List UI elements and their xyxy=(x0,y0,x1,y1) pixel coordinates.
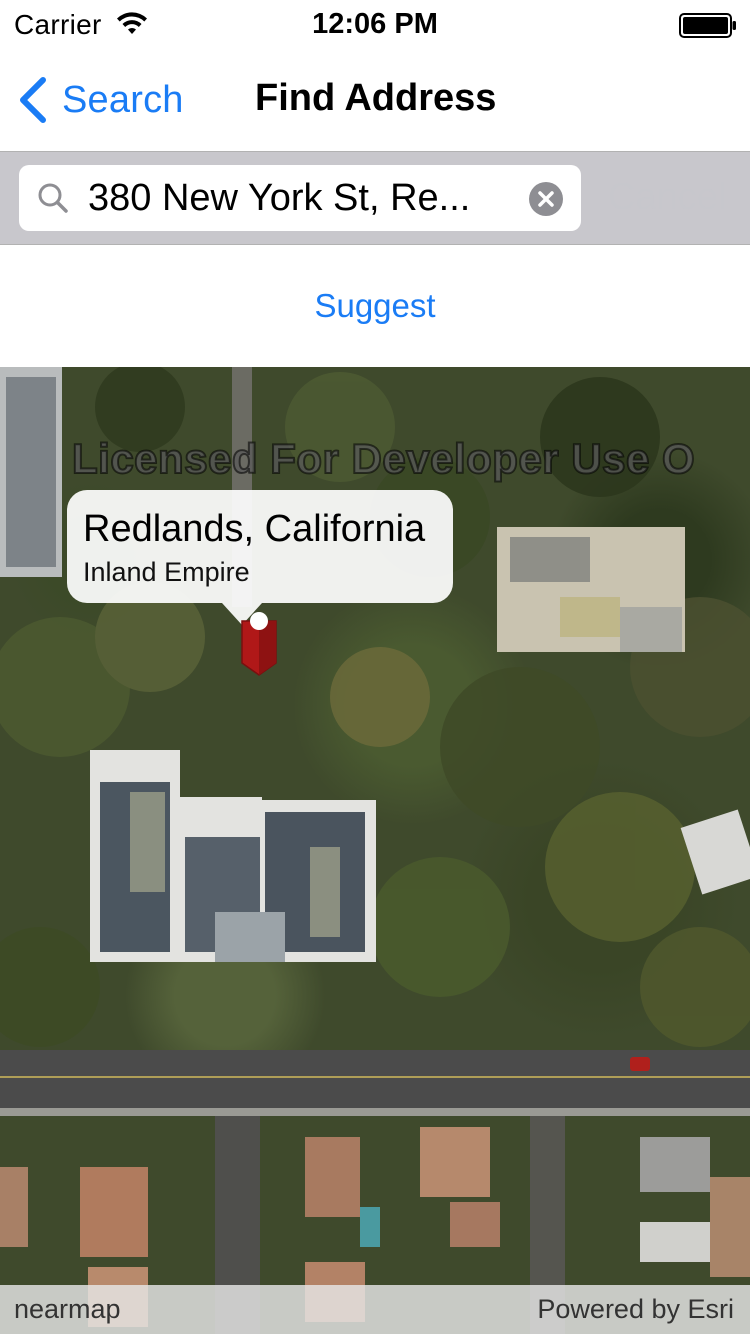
search-bar: 380 New York St, Re... Cancel xyxy=(0,152,750,245)
attribution-esri: Powered by Esri xyxy=(537,1294,734,1324)
license-watermark: Licensed For Developer Use O xyxy=(71,434,696,483)
callout-subtitle: Inland Empire xyxy=(83,557,250,587)
attribution-bar: nearmap Powered by Esri xyxy=(0,1285,750,1334)
navigation-bar: Search Find Address xyxy=(0,50,750,152)
search-icon xyxy=(38,183,68,213)
chevron-left-icon xyxy=(20,77,46,123)
attribution-nearmap: nearmap xyxy=(14,1294,121,1324)
search-field[interactable]: 380 New York St, Re... xyxy=(19,165,581,231)
search-input[interactable]: 380 New York St, Re... xyxy=(88,165,518,231)
back-button-label: Search xyxy=(62,78,184,121)
battery-icon xyxy=(679,13,736,38)
status-time: 12:06 PM xyxy=(312,8,438,40)
page-title: Find Address xyxy=(255,77,497,119)
map-view[interactable]: Licensed For Developer Use O Redlands, C… xyxy=(0,367,750,1334)
location-callout[interactable]: Redlands, California Inland Empire xyxy=(67,490,453,603)
map-pin-icon[interactable] xyxy=(238,607,280,677)
suggest-area: Suggest xyxy=(0,245,750,367)
clear-icon[interactable] xyxy=(529,182,563,216)
back-button[interactable]: Search xyxy=(16,74,184,126)
callout-title: Redlands, California xyxy=(83,508,426,550)
cancel-button[interactable]: Cancel xyxy=(608,176,726,219)
suggest-button[interactable]: Suggest xyxy=(0,287,750,325)
status-bar: Carrier 12:06 PM xyxy=(0,0,750,50)
